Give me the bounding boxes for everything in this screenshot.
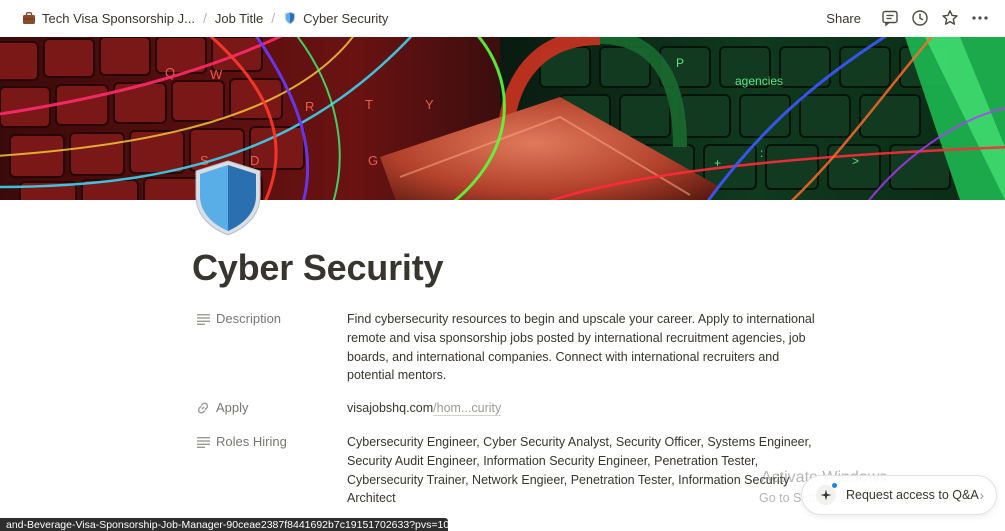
page-title[interactable]: Cyber Security	[192, 247, 444, 289]
svg-text:P: P	[676, 56, 684, 70]
share-button[interactable]: Share	[820, 8, 867, 29]
apply-link-domain[interactable]: visajobshq.com	[347, 401, 433, 415]
description-value[interactable]: Find cybersecurity resources to begin an…	[347, 310, 817, 385]
svg-text:R: R	[305, 99, 314, 114]
breadcrumb-separator: /	[202, 10, 207, 26]
property-name-description[interactable]: Description	[196, 310, 347, 385]
shield-icon	[283, 11, 297, 25]
breadcrumb-item-job-title[interactable]: Job Title	[211, 9, 267, 28]
request-access-label: Request access to Q&A	[846, 488, 979, 502]
breadcrumb-item-workspace[interactable]: Tech Visa Sponsorship J...	[18, 9, 199, 28]
breadcrumb-separator: /	[271, 10, 276, 26]
top-bar: Tech Visa Sponsorship J... / Job Title /…	[0, 0, 1005, 36]
shield-icon[interactable]	[194, 160, 262, 236]
favorite-star-icon[interactable]	[937, 5, 963, 31]
property-name-roles-hiring[interactable]: Roles Hiring	[196, 433, 347, 508]
breadcrumb: Tech Visa Sponsorship J... / Job Title /…	[18, 9, 392, 28]
svg-text:agencies: agencies	[735, 74, 783, 88]
link-icon	[196, 401, 210, 415]
property-label: Description	[216, 311, 282, 326]
svg-text:W: W	[210, 67, 223, 82]
property-name-apply[interactable]: Apply	[196, 399, 347, 418]
notification-dot	[831, 482, 838, 489]
apply-link-path[interactable]: /hom...curity	[433, 401, 502, 416]
history-clock-icon[interactable]	[907, 5, 933, 31]
property-apply: Apply visajobshq.com/hom...curity	[196, 399, 817, 418]
svg-text:T: T	[365, 97, 373, 112]
apply-link[interactable]: visajobshq.com/hom...curity	[347, 399, 817, 418]
breadcrumb-label: Tech Visa Sponsorship J...	[42, 10, 195, 26]
breadcrumb-label: Job Title	[214, 10, 264, 26]
text-lines-icon	[196, 312, 210, 326]
roles-hiring-value[interactable]: Cybersecurity Engineer, Cyber Security A…	[347, 433, 817, 508]
comment-icon[interactable]	[877, 5, 903, 31]
request-access-button[interactable]: Request access to Q&A ›	[801, 475, 997, 515]
property-roles-hiring: Roles Hiring Cybersecurity Engineer, Cyb…	[196, 433, 817, 508]
svg-text:Y: Y	[425, 97, 434, 112]
cover-image: QWRTY SDGZV Pagencies:>?+	[0, 37, 1005, 200]
breadcrumb-item-cyber-security[interactable]: Cyber Security	[279, 9, 392, 28]
chevron-right-icon: ›	[979, 487, 984, 503]
svg-text::: :	[760, 146, 763, 160]
status-bar-url: and-Beverage-Visa-Sponsorship-Job-Manage…	[0, 518, 448, 531]
svg-text:G: G	[368, 153, 378, 168]
sparkle-icon	[816, 482, 838, 505]
property-label: Roles Hiring	[216, 434, 287, 449]
topbar-actions: Share	[820, 5, 993, 31]
property-description: Description Find cybersecurity resources…	[196, 310, 817, 385]
text-lines-icon	[196, 435, 210, 449]
briefcase-icon	[22, 11, 36, 25]
breadcrumb-label: Cyber Security	[303, 10, 389, 26]
more-options-icon[interactable]	[967, 5, 993, 31]
property-label: Apply	[216, 400, 249, 415]
